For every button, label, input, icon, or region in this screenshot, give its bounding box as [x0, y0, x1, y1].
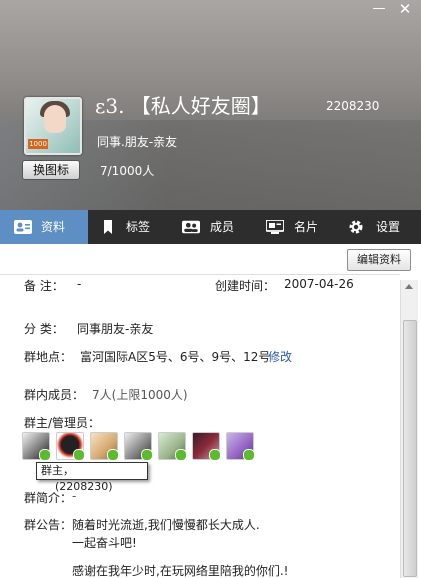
group-avatar[interactable]: 1000: [24, 97, 82, 155]
tooltip-role: 群主，: [41, 464, 74, 477]
online-user-icon: [243, 449, 255, 461]
admin-avatar[interactable]: [158, 432, 187, 461]
category-label: 分 类：: [24, 322, 64, 336]
notice-line: 随着时光流逝,我们慢慢都长大成人.: [72, 518, 260, 532]
divider: [0, 274, 400, 275]
notice-label: 群公告：: [24, 518, 73, 532]
online-user-icon: [73, 449, 85, 461]
tab-bar: 资料 标签 成员 名片 设置: [0, 210, 421, 244]
tab-label: 资料: [41, 220, 66, 234]
location-label: 群地点：: [24, 350, 73, 364]
group-category: 同事.朋友-亲友: [97, 135, 178, 149]
owner-tooltip: 群主， (2208230): [36, 462, 148, 493]
admin-avatar-list: [22, 432, 262, 462]
intro-label: 群简介：: [24, 491, 73, 505]
members-value: 7人(上限1000人): [92, 388, 188, 402]
tab-settings[interactable]: 设置: [336, 210, 421, 244]
avatar-face: [44, 105, 66, 133]
edit-location-link[interactable]: 修改: [268, 348, 292, 365]
tab-tags[interactable]: 标签: [88, 210, 170, 244]
id-card-icon: [14, 220, 32, 234]
group-name: ε3. 【私人好友圈】: [95, 94, 271, 118]
tab-members[interactable]: 成员: [170, 210, 254, 244]
tab-label: 标签: [126, 220, 151, 234]
admins-label: 群主/管理员：: [24, 416, 101, 430]
remark-value: -: [77, 277, 82, 291]
admin-avatar[interactable]: [22, 432, 51, 461]
tab-label: 名片: [294, 220, 319, 234]
admin-avatar[interactable]: [192, 432, 221, 461]
online-user-icon: [107, 449, 119, 461]
gear-icon: [349, 220, 363, 234]
edit-profile-button[interactable]: 编辑资料: [347, 249, 411, 271]
admin-avatar[interactable]: [226, 432, 255, 461]
minimize-button[interactable]: —: [367, 0, 391, 18]
location-value: 富河国际A区5号、6号、9号、12号: [80, 350, 271, 364]
scroll-thumb[interactable]: [403, 320, 417, 577]
vertical-scrollbar[interactable]: [400, 280, 418, 578]
online-user-icon: [141, 449, 153, 461]
group-info-window: — ✕ 1000 换图标 ε3. 【私人好友圈】 2208230 同事.朋友-亲…: [0, 0, 421, 578]
online-user-icon: [39, 449, 51, 461]
business-card-icon: [266, 220, 284, 234]
avatar-size-badge: 1000: [28, 139, 48, 149]
tab-label: 设置: [376, 220, 401, 234]
intro-value: -: [72, 489, 77, 503]
tab-card[interactable]: 名片: [254, 210, 336, 244]
online-user-icon: [209, 449, 221, 461]
group-header: — ✕ 1000 换图标 ε3. 【私人好友圈】 2208230 同事.朋友-亲…: [0, 0, 421, 210]
admin-avatar[interactable]: [90, 432, 119, 461]
close-button[interactable]: ✕: [393, 0, 417, 18]
members-label: 群内成员：: [24, 388, 85, 402]
category-value: 同事朋友-亲友: [77, 322, 154, 336]
tab-profile[interactable]: 资料: [0, 210, 88, 244]
notice-line: 感谢在我年少时,在玩网络里陪我的你们.!: [72, 564, 289, 578]
created-label: 创建时间：: [215, 279, 276, 293]
change-icon-button[interactable]: 换图标: [22, 160, 80, 180]
admin-avatar[interactable]: [56, 432, 85, 461]
online-user-icon: [175, 449, 187, 461]
scroll-up-arrow[interactable]: [405, 284, 413, 289]
group-id: 2208230: [326, 99, 380, 113]
members-icon: [182, 220, 200, 234]
created-value: 2007-04-26: [284, 277, 354, 291]
tab-label: 成员: [210, 220, 235, 234]
remark-label: 备 注：: [24, 279, 64, 293]
profile-panel: 编辑资料 备 注： - 创建时间： 2007-04-26 分 类： 同事朋友-亲…: [0, 244, 421, 578]
bookmark-icon: [104, 220, 112, 234]
notice-line: 一起奋斗吧!: [72, 536, 137, 550]
group-member-count: 7/1000人: [100, 164, 155, 178]
admin-avatar[interactable]: [124, 432, 153, 461]
